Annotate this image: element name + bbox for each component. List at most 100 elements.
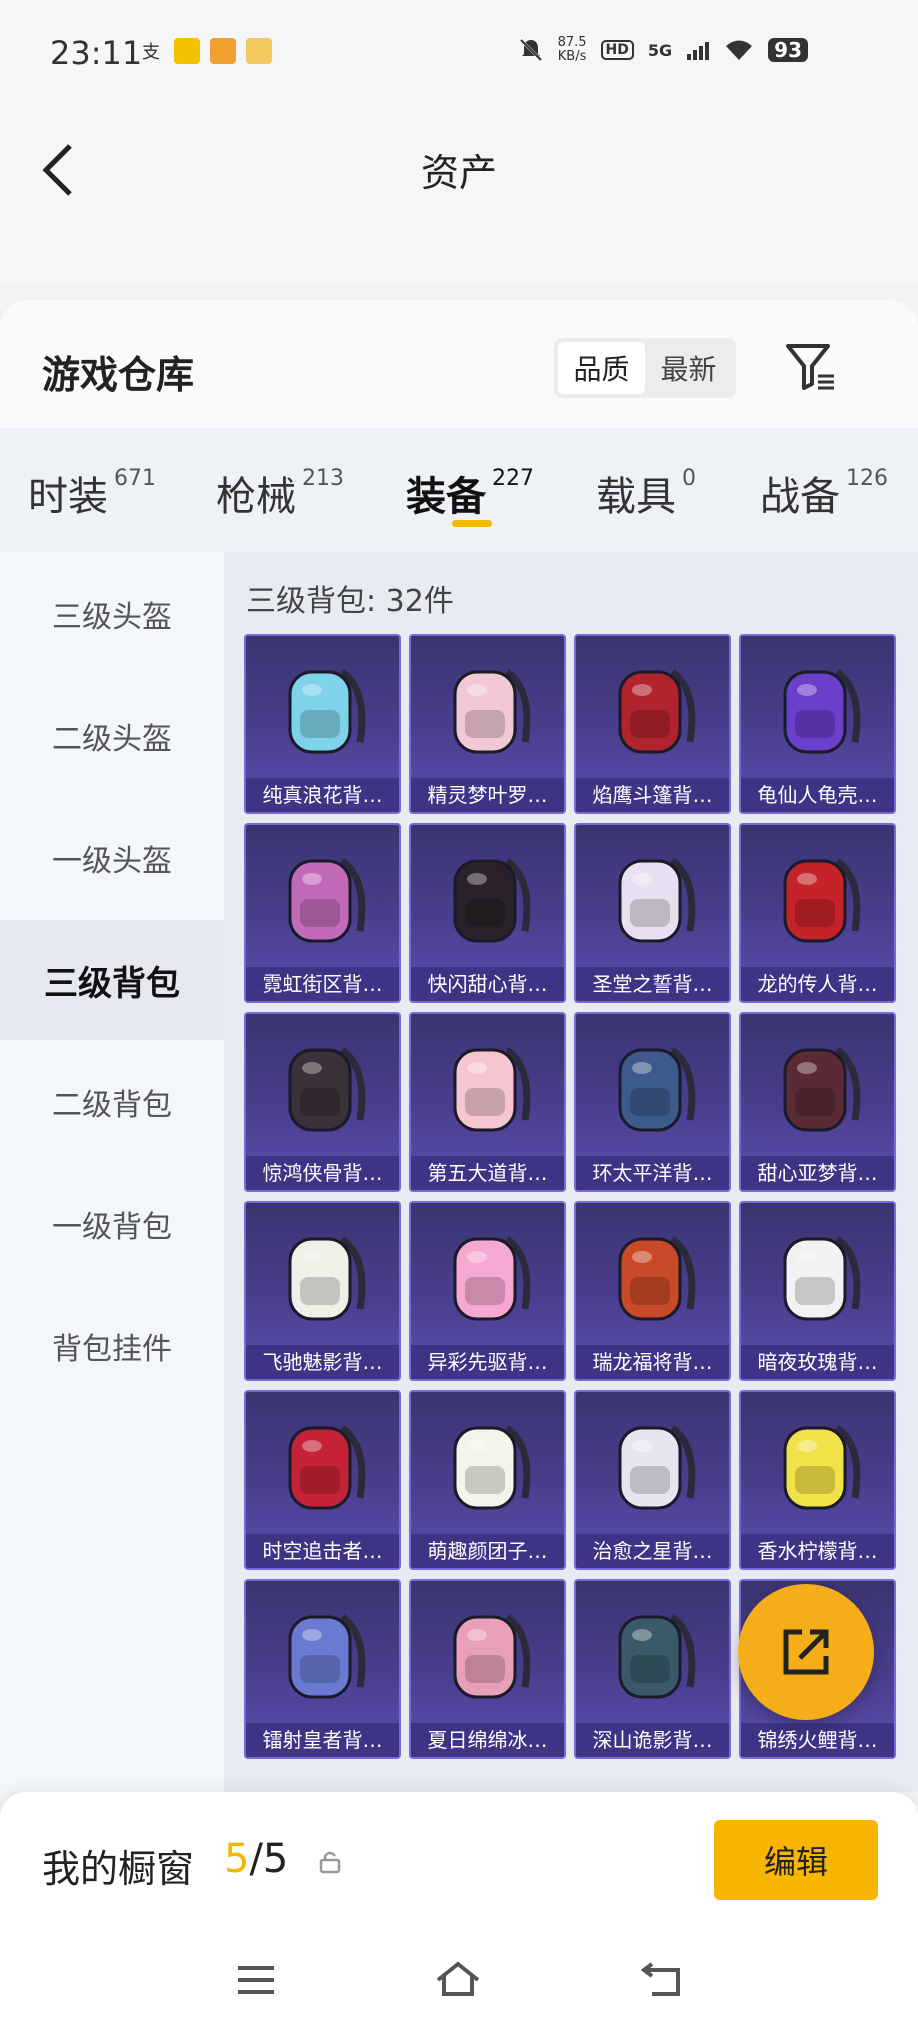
- sidebar-item-level2-helmet[interactable]: 二级头盔: [0, 676, 224, 796]
- backpack-icon: [618, 1614, 696, 1699]
- tab-count: 227: [492, 466, 534, 491]
- tab-label: 枪械: [216, 474, 296, 520]
- showcase-count: 5/5: [224, 1836, 288, 1882]
- backpack-item-card[interactable]: 深山诡影背…: [574, 1579, 731, 1759]
- edit-button[interactable]: 编辑: [714, 1820, 878, 1900]
- backpack-item-card[interactable]: 时空追击者…: [244, 1390, 401, 1570]
- tab-fashion[interactable]: 时装 671: [28, 464, 156, 522]
- backpack-item-card[interactable]: 飞驰魅影背…: [244, 1201, 401, 1381]
- filter-icon[interactable]: [784, 340, 838, 394]
- backpack-icon: [783, 1425, 861, 1510]
- backpack-icon: [453, 669, 531, 754]
- item-name: 霓虹街区背…: [246, 967, 399, 1001]
- sidebar-item-level3-backpack[interactable]: 三级背包: [0, 920, 224, 1040]
- svg-text:支: 支: [142, 42, 160, 63]
- item-name: 焰鹰斗篷背…: [576, 778, 729, 812]
- sort-toggle: 品质 最新: [554, 338, 736, 398]
- backpack-item-card[interactable]: 甜心亚梦背…: [739, 1012, 896, 1192]
- tab-vehicles[interactable]: 载具 0: [596, 464, 696, 522]
- item-name: 精灵梦叶罗…: [411, 778, 564, 812]
- sidebar-item-level1-helmet[interactable]: 一级头盔: [0, 798, 224, 918]
- share-button[interactable]: [738, 1584, 874, 1720]
- backpack-item-card[interactable]: 暗夜玫瑰背…: [739, 1201, 896, 1381]
- backpack-icon: [783, 1047, 861, 1132]
- menu-icon[interactable]: [232, 1958, 280, 2002]
- home-icon[interactable]: [434, 1958, 482, 2002]
- item-name: 龙的传人背…: [741, 967, 894, 1001]
- item-name: 快闪甜心背…: [411, 967, 564, 1001]
- net-speed-value: 87.5: [557, 35, 587, 50]
- app-notification-icon: [246, 38, 272, 64]
- backpack-item-card[interactable]: 治愈之星背…: [574, 1390, 731, 1570]
- backpack-item-card[interactable]: 霓虹街区背…: [244, 823, 401, 1003]
- item-name: 瑞龙福将背…: [576, 1345, 729, 1379]
- sidebar-item-level2-backpack[interactable]: 二级背包: [0, 1042, 224, 1162]
- app-notification-icon: [210, 38, 236, 64]
- tab-count: 0: [682, 466, 696, 491]
- backpack-item-card[interactable]: 圣堂之誓背…: [574, 823, 731, 1003]
- backpack-item-card[interactable]: 镭射皇者背…: [244, 1579, 401, 1759]
- lock-icon: [319, 1851, 341, 1874]
- tab-firearms[interactable]: 枪械 213: [216, 464, 344, 522]
- backpack-item-card[interactable]: 第五大道背…: [409, 1012, 566, 1192]
- status-bar: 23:11 支 87.5 KB/s HD 5G 93: [0, 0, 918, 108]
- backpack-item-card[interactable]: 萌趣颜团子…: [409, 1390, 566, 1570]
- backpack-icon: [453, 1425, 531, 1510]
- net-speed: 87.5 KB/s: [558, 36, 587, 64]
- notification-icons: 支: [140, 38, 272, 64]
- backpack-icon: [453, 1614, 531, 1699]
- backpack-item-card[interactable]: 龟仙人龟壳…: [739, 634, 896, 814]
- item-count-label: 三级背包: 32件: [246, 584, 454, 619]
- item-name: 夏日绵绵冰…: [411, 1723, 564, 1757]
- tab-label: 时装: [28, 474, 108, 520]
- backpack-item-card[interactable]: 快闪甜心背…: [409, 823, 566, 1003]
- status-time: 23:11: [50, 34, 143, 72]
- backpack-item-card[interactable]: 瑞龙福将背…: [574, 1201, 731, 1381]
- share-icon: [783, 1629, 829, 1675]
- backpack-icon: [618, 858, 696, 943]
- backpack-icon: [618, 1047, 696, 1132]
- battery-indicator: 93: [768, 38, 808, 62]
- backpack-item-card[interactable]: 异彩先驱背…: [409, 1201, 566, 1381]
- backpack-icon: [288, 1236, 366, 1321]
- backpack-icon: [783, 1236, 861, 1321]
- item-name: 暗夜玫瑰背…: [741, 1345, 894, 1379]
- backpack-icon: [783, 669, 861, 754]
- backpack-icon: [783, 858, 861, 943]
- net-speed-unit: KB/s: [557, 49, 587, 64]
- app-header: 资产: [0, 108, 918, 284]
- backpack-item-card[interactable]: 香水柠檬背…: [739, 1390, 896, 1570]
- item-name: 深山诡影背…: [576, 1723, 729, 1757]
- tab-label: 载具: [596, 474, 676, 520]
- backpack-item-card[interactable]: 夏日绵绵冰…: [409, 1579, 566, 1759]
- sort-quality-button[interactable]: 品质: [558, 342, 645, 394]
- backpack-item-card[interactable]: 焰鹰斗篷背…: [574, 634, 731, 814]
- backpack-icon: [288, 1425, 366, 1510]
- tab-combat-supplies[interactable]: 战备 126: [760, 464, 888, 522]
- mute-bell-icon: [519, 38, 542, 62]
- sort-latest-button[interactable]: 最新: [645, 342, 732, 394]
- backpack-item-card[interactable]: 环太平洋背…: [574, 1012, 731, 1192]
- backpack-item-card[interactable]: 龙的传人背…: [739, 823, 896, 1003]
- tab-label: 战备: [760, 474, 840, 520]
- backpack-icon: [288, 1047, 366, 1132]
- showcase-label: 我的橱窗: [42, 1847, 195, 1891]
- warehouse-header: 游戏仓库 品质 最新: [0, 300, 918, 428]
- item-name: 环太平洋背…: [576, 1156, 729, 1190]
- backpack-item-card[interactable]: 纯真浪花背…: [244, 634, 401, 814]
- sidebar-item-level3-helmet[interactable]: 三级头盔: [0, 554, 224, 674]
- backpack-icon: [618, 1425, 696, 1510]
- return-icon[interactable]: [638, 1958, 686, 2002]
- sidebar-item-backpack-charm[interactable]: 背包挂件: [0, 1286, 224, 1406]
- backpack-icon: [453, 858, 531, 943]
- tab-equipment[interactable]: 装备 227: [406, 464, 534, 522]
- page-title: 资产: [420, 151, 497, 195]
- alipay-icon: 支: [142, 42, 160, 63]
- sidebar-item-level1-backpack[interactable]: 一级背包: [0, 1164, 224, 1284]
- backpack-item-card[interactable]: 惊鸿侠骨背…: [244, 1012, 401, 1192]
- tab-count: 126: [846, 466, 888, 491]
- backpack-item-card[interactable]: 精灵梦叶罗…: [409, 634, 566, 814]
- system-nav-bar: [0, 1922, 918, 2040]
- item-name: 纯真浪花背…: [246, 778, 399, 812]
- item-name: 时空追击者…: [246, 1534, 399, 1568]
